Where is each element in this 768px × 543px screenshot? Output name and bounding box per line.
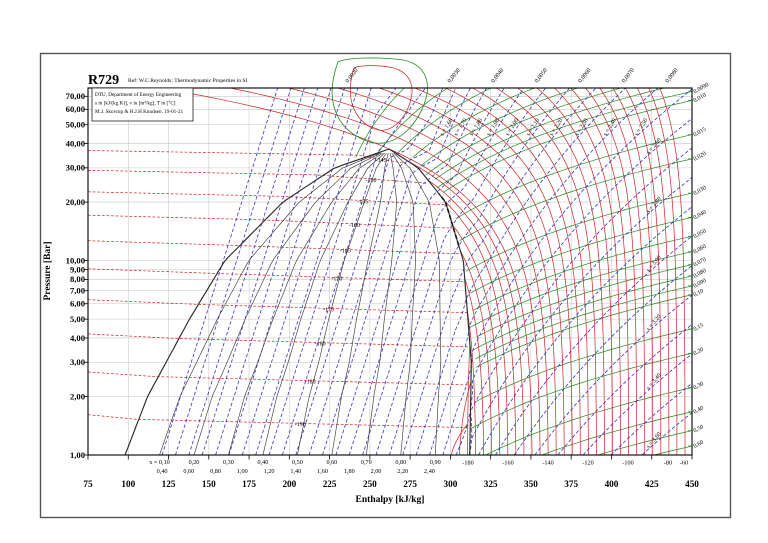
x-tick-label: 325 (484, 479, 498, 489)
isotherm-dome-label: -190 (295, 422, 306, 428)
x-tick-label: 200 (282, 479, 296, 489)
isentrope-bottom-label: 2,40 (424, 468, 435, 475)
ph-diagram-canvas: 75 100 125 150 175 200 225 250 275 300 325 350 375 40… (0, 0, 768, 543)
figure-border (39, 52, 732, 519)
x-tick-label: 75 (83, 479, 93, 489)
isotherm-bottom-label: -180 (462, 460, 473, 467)
y-tick-label: 4,00 (70, 333, 85, 343)
chart-ref: Ref: W.C.Reynolds: Thermodynamic Propert… (128, 77, 248, 84)
isentrope-bottom-label: 0,40 (157, 468, 168, 475)
y-tick-label: 6,00 (70, 299, 85, 309)
x-tick-label: 225 (323, 479, 337, 489)
y-tick-label: 50,00 (66, 120, 85, 130)
isotherm-bottom-label: -60 (680, 460, 688, 467)
isentrope-bottom-label: 1,00 (237, 468, 248, 475)
quality-bottom-label: 0,70 (361, 459, 372, 466)
quality-bottom-label: 0,30 (223, 459, 234, 466)
x-tick-label: 375 (564, 479, 578, 489)
y-tick-label: 20,00 (66, 197, 85, 207)
isentrope-bottom-label: 2,20 (397, 468, 408, 475)
isotherm-dome-label: -150 (365, 178, 376, 184)
quality-bottom-label: 0,90 (430, 459, 441, 466)
isotherm-bottom-label: -120 (582, 460, 593, 467)
y-tick-label: 40,00 (66, 138, 85, 148)
isentrope-bottom-label: 1,80 (344, 468, 355, 475)
y-tick-label: 70,00 (66, 91, 85, 101)
isentrope-bottom-label: 1,60 (317, 468, 328, 475)
x-tick-label: 125 (162, 479, 176, 489)
isotherm-dome-label: -165 (340, 248, 351, 254)
isentrope-bottom-label: 1,40 (290, 468, 301, 475)
x-tick-label: 400 (605, 479, 619, 489)
quality-bottom-label: 0,40 (258, 459, 269, 466)
y-tick-label: 60,00 (66, 104, 85, 114)
y-tick-label: 5,00 (70, 314, 85, 324)
info-box: DTU, Department of Energy Engineering s … (91, 87, 194, 122)
x-tick-label: 175 (242, 479, 256, 489)
info-line-1: DTU, Department of Energy Engineering (95, 91, 182, 98)
quality-bottom-label: 0,60 (326, 459, 337, 466)
isotherm-dome-label: -175 (323, 307, 334, 313)
x-tick-label: 150 (202, 479, 216, 489)
isotherm-dome-label: -160 (349, 223, 360, 229)
isotherm-bottom-label: -140 (542, 460, 553, 467)
y-tick-label: 3,00 (70, 357, 85, 367)
isotherm-dome-label: -170 (331, 276, 342, 282)
isotherm-dome-label: -180 (315, 341, 326, 347)
isotherm-bottom-label: -100 (622, 460, 633, 467)
info-line-3: M.J. Skovrup & H.J.H Knudsen. 19-01-21 (95, 109, 184, 115)
isotherm-bottom-label: -160 (502, 460, 513, 467)
x-axis-title: Enthalpy [kJ/kg] (356, 495, 425, 505)
y-tick-label: 9,00 (70, 264, 85, 274)
y-tick-label: 30,00 (66, 163, 85, 173)
info-line-2: s in [kJ/(kg K)], v in [m³/kg], T in [°C… (95, 100, 176, 107)
isentrope-bottom-label: 1,20 (264, 468, 275, 475)
y-tick-label: 2,00 (70, 391, 85, 401)
isentrope-bottom-label: 0,60 (183, 468, 194, 475)
quality-bottom-label: 0,50 (292, 459, 303, 466)
y-tick-label: 8,00 (70, 274, 85, 284)
chart-title: R729 (88, 73, 119, 88)
x-tick-label: 350 (524, 479, 538, 489)
quality-bottom-label: 0,20 (189, 459, 200, 466)
y-axis-title: Pressure [Bar] (43, 241, 53, 300)
x-tick-label: 275 (403, 479, 417, 489)
x-tick-label: 100 (121, 479, 135, 489)
quality-bottom-label: x = 0,10 (149, 459, 170, 466)
isotherm-dome-label: -145 (376, 158, 387, 164)
ph-diagram-page: 75 100 125 150 175 200 225 250 275 300 325 350 375 40… (0, 0, 768, 543)
x-tick-label: 450 (685, 479, 699, 489)
y-tick-label: 7,00 (70, 286, 85, 296)
isotherm-dome-label: -155 (357, 199, 368, 205)
x-tick-label: 250 (363, 479, 377, 489)
x-tick-label: 425 (645, 479, 659, 489)
isentrope-bottom-label: 0,80 (210, 468, 221, 475)
isotherm-bottom-label: -80 (664, 460, 672, 467)
isotherm-dome-label: -185 (305, 380, 316, 386)
y-tick-label: 1,00 (70, 450, 85, 460)
isentrope-bottom-label: 2,00 (371, 468, 382, 475)
x-tick-label: 300 (444, 479, 458, 489)
quality-bottom-label: 0,80 (395, 459, 406, 466)
